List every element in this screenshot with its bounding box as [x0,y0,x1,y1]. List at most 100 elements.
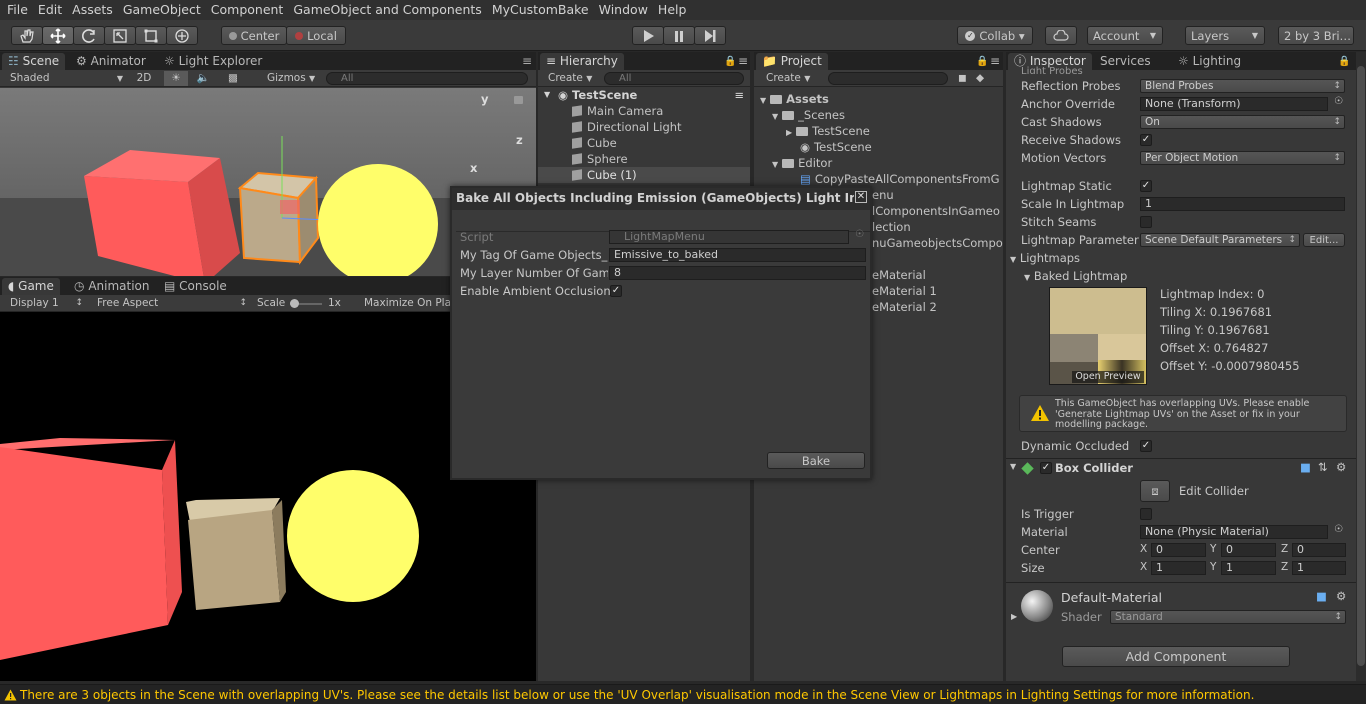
hierarchy-item[interactable]: Cube [538,135,750,151]
asset-row-clipped[interactable]: nuGameobjectsCompo [872,235,1003,251]
panel-menu-icon[interactable]: ≡ [516,53,538,70]
asset-row-clipped[interactable]: lection [872,219,1003,235]
scale-slider[interactable] [290,299,322,308]
help-icon[interactable]: ■ [1300,460,1311,474]
stitch-seams-checkbox[interactable] [1140,216,1152,228]
lock-icon[interactable] [514,96,523,104]
anchor-override-field[interactable]: None (Transform) [1140,97,1328,111]
scale-in-lightmap-field[interactable]: 1 [1140,197,1345,211]
menu-window[interactable]: Window [594,0,653,20]
collapse-arrow-icon[interactable]: ▼ [1010,462,1016,471]
tab-light-explorer[interactable]: ☼ Light Explorer [158,53,268,70]
panel-menu-icon[interactable]: ≡ [732,53,754,70]
tab-services[interactable]: Services [1094,53,1157,70]
step-button[interactable] [694,26,726,45]
bake-button[interactable]: Bake [767,452,865,469]
object-picker-icon[interactable]: ☉ [1334,524,1343,535]
rotate-tool-button[interactable] [73,26,105,45]
gear-icon[interactable]: ⚙ [1336,589,1346,603]
effects-dropdown[interactable]: ▩ [220,71,246,86]
lock-icon[interactable]: 🔒 [1332,53,1356,70]
object-picker-icon[interactable]: ☉ [1334,96,1343,107]
lightmaps-foldout[interactable]: ▼ Lightmaps [1010,251,1080,265]
close-icon[interactable]: ✕ [855,191,867,203]
hierarchy-item[interactable]: Main Camera [538,103,750,119]
size-x-field[interactable]: 1 [1151,561,1206,575]
hand-tool-button[interactable] [11,26,43,45]
center-y-field[interactable]: 0 [1221,543,1276,557]
gear-icon[interactable]: ⚙ [1336,460,1346,474]
physic-material-field[interactable]: None (Physic Material) [1140,525,1328,539]
baked-lightmap-foldout[interactable]: ▼ Baked Lightmap [1024,269,1127,283]
hierarchy-item[interactable]: Sphere [538,151,750,167]
cloud-button[interactable] [1045,26,1077,45]
hierarchy-create-dropdown[interactable]: Create ▼ [548,71,592,86]
is-trigger-checkbox[interactable] [1140,508,1152,520]
tab-scene[interactable]: ☷ Scene [2,53,66,70]
size-y-field[interactable]: 1 [1221,561,1276,575]
menu-mycustombake[interactable]: MyCustomBake [487,0,594,20]
center-z-field[interactable]: 0 [1292,543,1346,557]
menu-file[interactable]: File [2,0,33,20]
menu-gameobject[interactable]: GameObject [118,0,206,20]
account-dropdown[interactable]: Account ▼ [1087,26,1163,45]
help-icon[interactable]: ■ [1316,589,1327,603]
tab-animator[interactable]: ⚙ Animator [70,53,152,70]
asset-row-clipped[interactable]: eMaterial [872,267,1003,283]
slider-thumb[interactable] [290,299,299,308]
hierarchy-search-input[interactable]: All [604,72,744,85]
inspector-scrollbar[interactable] [1356,52,1366,681]
asset-row-clipped[interactable]: lComponentsInGameo [872,203,1003,219]
asset-row[interactable]: ◉ TestScene [754,139,1003,155]
folder-row[interactable]: ▼ _Scenes [754,107,1003,123]
assets-folder-row[interactable]: ▼ Assets [754,91,1003,107]
edit-collider-button[interactable]: ⧈ [1140,480,1170,502]
shader-dropdown[interactable]: Standard [1110,610,1346,624]
pivot-center-toggle[interactable]: Center [221,26,287,45]
display-dropdown[interactable]: Display 1 ↕ [10,296,85,311]
collab-dropdown[interactable]: ✓ Collab ▾ [957,26,1033,45]
receive-shadows-checkbox[interactable]: ✓ [1140,134,1152,146]
play-button[interactable] [632,26,664,45]
menu-component[interactable]: Component [206,0,289,20]
tab-project[interactable]: 📁 Project [756,53,828,70]
pause-button[interactable] [663,26,695,45]
panel-menu-icon[interactable]: ≡ [734,87,744,103]
dynamic-occluded-checkbox[interactable]: ✓ [1140,440,1152,452]
scene-search-input[interactable]: All [326,72,528,85]
lightmap-parameter-dropdown[interactable]: Scene Default Parameters [1140,233,1300,247]
tab-console[interactable]: ▤ Console [158,278,233,295]
ambient-occlusion-checkbox[interactable]: ✓ [610,285,622,297]
transform-tool-button[interactable] [166,26,198,45]
shading-mode-dropdown[interactable]: Shaded ▼ [10,71,125,86]
rect-tool-button[interactable] [135,26,167,45]
hierarchy-item-selected[interactable]: Cube (1) [538,167,750,183]
panel-menu-icon[interactable]: ≡ [984,53,1003,70]
scene-root-row[interactable]: ▼ ◉ TestScene ≡ [538,87,750,103]
reflection-probes-dropdown[interactable]: Blend Probes [1140,79,1345,93]
filter-by-type-icon[interactable]: ◼ [958,71,967,86]
menu-edit[interactable]: Edit [33,0,67,20]
edit-parameters-button[interactable]: Edit... [1303,233,1345,247]
add-component-button[interactable]: Add Component [1062,646,1290,667]
asset-row-clipped[interactable]: eMaterial 1 [872,283,1003,299]
project-create-dropdown[interactable]: Create ▼ [766,71,810,86]
hierarchy-item[interactable]: Directional Light [538,119,750,135]
asset-row-clipped[interactable]: enu [872,187,1003,203]
motion-vectors-dropdown[interactable]: Per Object Motion [1140,151,1345,165]
scrollbar-thumb[interactable] [1357,66,1365,666]
move-tool-button[interactable] [42,26,74,45]
menu-assets[interactable]: Assets [67,0,118,20]
cast-shadows-dropdown[interactable]: On [1140,115,1345,129]
layer-input[interactable]: 8 [609,266,866,280]
pivot-local-toggle[interactable]: Local [286,26,346,45]
layout-dropdown[interactable]: 2 by 3 Bri… [1278,26,1354,45]
scale-tool-button[interactable] [104,26,136,45]
2d-toggle[interactable]: 2D [133,71,155,86]
box-collider-enabled-checkbox[interactable]: ✓ [1040,462,1052,474]
audio-toggle[interactable]: 🔈 [194,71,212,86]
layers-dropdown[interactable]: Layers ▼ [1185,26,1265,45]
preset-icon[interactable]: ⇅ [1318,460,1328,474]
status-bar[interactable]: There are 3 objects in the Scene with ov… [0,684,1366,704]
menu-gameobject-and-components[interactable]: GameObject and Components [288,0,486,20]
